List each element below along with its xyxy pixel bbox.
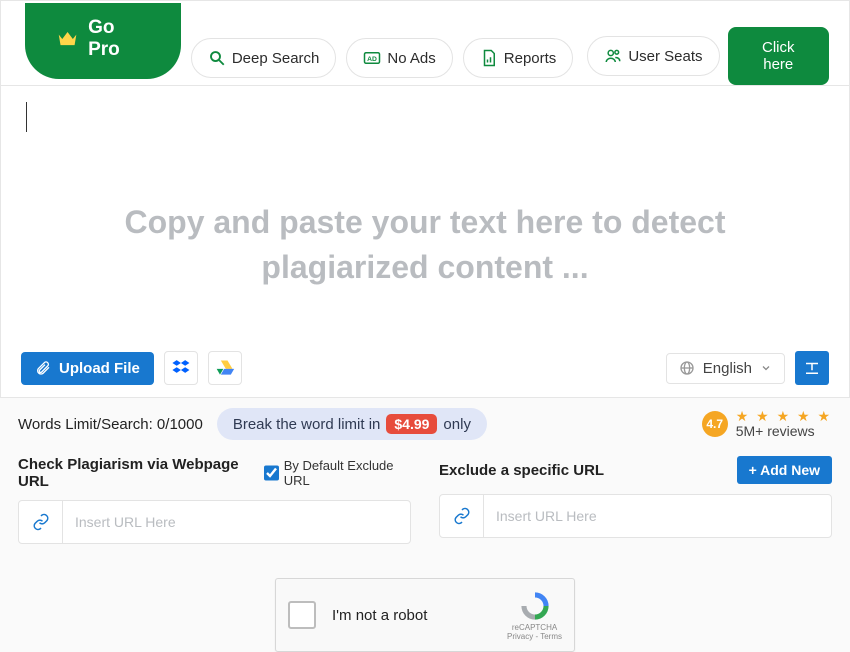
google-drive-icon [215, 358, 235, 378]
google-drive-button[interactable] [208, 351, 242, 385]
crown-icon [57, 30, 78, 48]
break-suffix: only [443, 416, 471, 433]
add-new-button[interactable]: + Add New [737, 456, 832, 484]
recaptcha-terms: Privacy - Terms [507, 632, 562, 641]
recaptcha-icon [518, 589, 552, 623]
svg-text:AD: AD [368, 56, 378, 63]
go-pro-label: Go Pro [88, 17, 149, 61]
user-seats-label: User Seats [628, 48, 702, 65]
link-icon [453, 507, 471, 525]
upload-file-label: Upload File [59, 360, 140, 377]
reviews-count: 5M+ reviews [736, 424, 832, 439]
reports-label: Reports [504, 50, 557, 67]
default-exclude-text: By Default Exclude URL [284, 458, 411, 488]
chevron-down-icon [760, 362, 772, 374]
link-icon-box [19, 501, 63, 543]
go-pro-tab[interactable]: Go Pro [25, 3, 181, 79]
stars-icon: ★ ★ ★ ★ ★ [736, 409, 832, 424]
price-tag: $4.99 [386, 414, 437, 434]
text-format-icon [803, 359, 821, 377]
exclude-url-input-wrap [439, 494, 832, 538]
url-section: Check Plagiarism via Webpage URL By Defa… [0, 446, 850, 554]
status-row: Words Limit/Search: 0/1000 Break the wor… [0, 398, 850, 446]
break-prefix: Break the word limit in [233, 416, 381, 433]
reports-pill[interactable]: Reports [463, 38, 574, 78]
rating-badge: 4.7 [702, 411, 728, 437]
no-ads-icon: AD [363, 49, 381, 67]
editor-toolbar: Upload File English [21, 351, 829, 385]
click-here-button[interactable]: Click here [728, 27, 829, 85]
editor-area[interactable]: Copy and paste your text here to detect … [0, 86, 850, 398]
text-cursor [26, 102, 27, 132]
dropbox-button[interactable] [164, 351, 198, 385]
check-url-title: Check Plagiarism via Webpage URL [18, 456, 252, 490]
globe-icon [679, 360, 695, 376]
link-icon [32, 513, 50, 531]
editor-placeholder: Copy and paste your text here to detect … [1, 200, 849, 290]
recaptcha-checkbox[interactable] [288, 601, 316, 629]
rating-block: 4.7 ★ ★ ★ ★ ★ 5M+ reviews [702, 409, 832, 440]
reports-icon [480, 49, 498, 67]
users-icon [604, 47, 622, 65]
paperclip-icon [35, 360, 51, 376]
upload-file-button[interactable]: Upload File [21, 352, 154, 385]
dropbox-icon [171, 358, 191, 378]
recaptcha-box: I'm not a robot reCAPTCHA Privacy - Term… [275, 578, 575, 652]
deep-search-label: Deep Search [232, 50, 320, 67]
link-icon-box-2 [440, 495, 484, 537]
default-exclude-label[interactable]: By Default Exclude URL [264, 458, 411, 488]
deep-search-pill[interactable]: Deep Search [191, 38, 337, 78]
recaptcha-logo: reCAPTCHA Privacy - Terms [507, 589, 562, 641]
search-icon [208, 49, 226, 67]
user-seats-pill[interactable]: User Seats [587, 36, 719, 76]
check-url-column: Check Plagiarism via Webpage URL By Defa… [18, 456, 411, 544]
top-bar: Go Pro Deep Search AD No Ads Reports Use… [0, 0, 850, 86]
language-label: English [703, 360, 752, 377]
exclude-url-input[interactable] [484, 495, 831, 537]
text-format-button[interactable] [795, 351, 829, 385]
captcha-wrap: I'm not a robot reCAPTCHA Privacy - Term… [0, 554, 850, 652]
no-ads-pill[interactable]: AD No Ads [346, 38, 452, 78]
user-seats-highlight: User Seats Click here [583, 23, 833, 89]
recaptcha-brand: reCAPTCHA [507, 623, 562, 632]
default-exclude-checkbox[interactable] [264, 465, 279, 481]
exclude-url-column: Exclude a specific URL + Add New [439, 456, 832, 544]
language-selector[interactable]: English [666, 353, 785, 384]
check-url-input[interactable] [63, 501, 410, 543]
recaptcha-text: I'm not a robot [332, 607, 427, 624]
words-limit-text: Words Limit/Search: 0/1000 [18, 416, 203, 433]
check-url-input-wrap [18, 500, 411, 544]
exclude-url-title: Exclude a specific URL [439, 462, 604, 479]
no-ads-label: No Ads [387, 50, 435, 67]
break-limit-pill[interactable]: Break the word limit in $4.99 only [217, 408, 487, 440]
